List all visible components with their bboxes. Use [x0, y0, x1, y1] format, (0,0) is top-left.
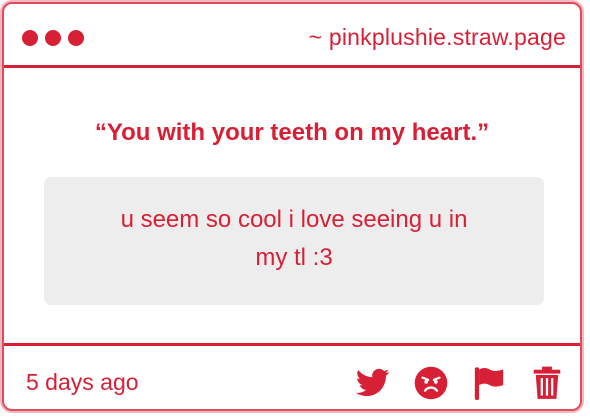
window-dot-3: [68, 30, 84, 46]
window-dot-1: [22, 30, 38, 46]
answer-box: u seem so cool i love seeing u in my tl …: [44, 177, 544, 305]
react-angry-button[interactable]: [412, 366, 450, 400]
answer-text: u seem so cool i love seeing u in my tl …: [120, 206, 468, 271]
delete-button[interactable]: [528, 366, 566, 400]
share-twitter-button[interactable]: [354, 366, 392, 400]
window-dots: [22, 30, 84, 46]
flag-icon: [474, 367, 504, 400]
ask-card-window: ~ pinkplushie.straw.page “You with your …: [2, 2, 582, 411]
question-text: “You with your teeth on my heart.”: [94, 119, 490, 146]
report-button[interactable]: [470, 366, 508, 400]
action-bar: [354, 366, 566, 400]
window-dot-2: [45, 30, 61, 46]
post-timestamp: 5 days ago: [26, 369, 139, 395]
post-content: “You with your teeth on my heart.” u see…: [4, 68, 580, 346]
site-url[interactable]: ~ pinkplushie.straw.page: [309, 24, 566, 51]
post-footer: 5 days ago: [4, 343, 580, 409]
twitter-icon: [356, 368, 390, 397]
trash-icon: [533, 366, 561, 399]
titlebar: ~ pinkplushie.straw.page: [4, 4, 580, 68]
angry-face-icon: [414, 366, 448, 400]
